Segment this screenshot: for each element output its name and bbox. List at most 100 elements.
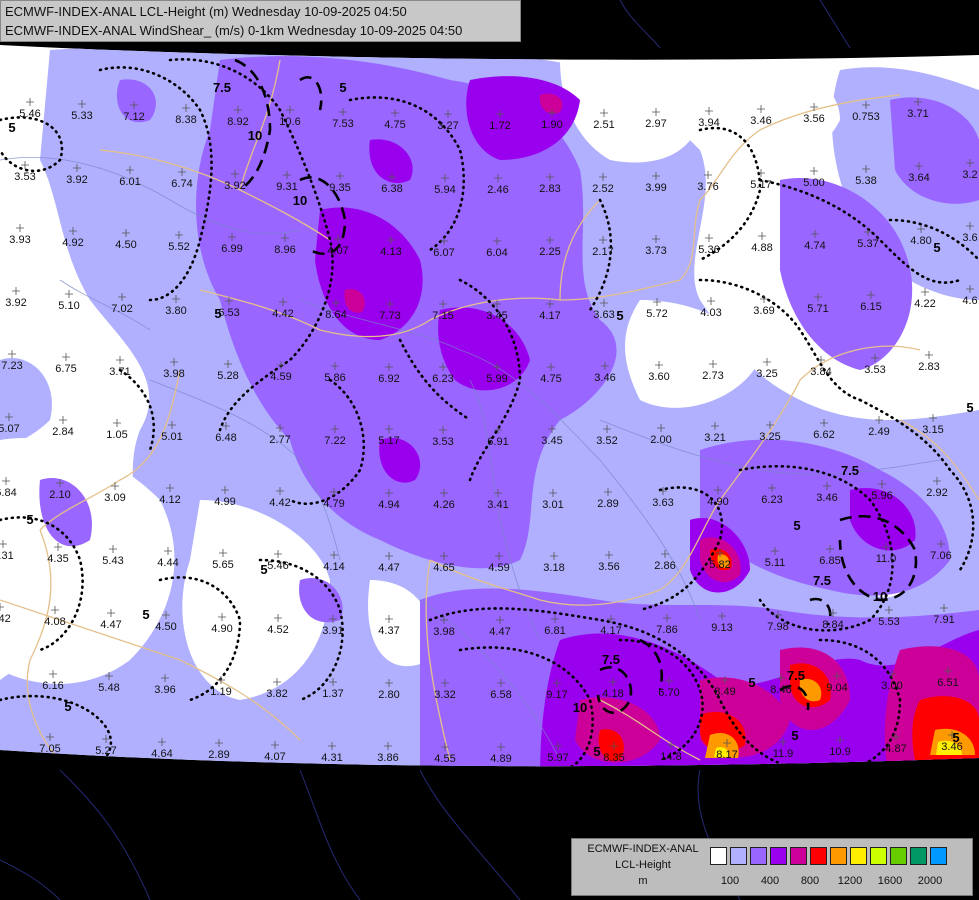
grid-value: 4.17 <box>600 625 621 637</box>
grid-value: 4.07 <box>264 751 285 763</box>
grid-value: 4.08 <box>44 616 65 628</box>
grid-value: 6.16 <box>42 680 63 692</box>
grid-value: 5.17 <box>750 179 771 191</box>
grid-value: 5.94 <box>434 184 455 196</box>
grid-value: 3.91 <box>322 625 343 637</box>
grid-value: 1.05 <box>106 429 127 441</box>
grid-value: 4.17 <box>539 310 560 322</box>
grid-value: 6.81 <box>544 625 565 637</box>
legend-swatch <box>770 847 787 865</box>
grid-value: 4.42 <box>272 308 293 320</box>
grid-value: 6.85 <box>819 555 840 567</box>
grid-value: 2.17 <box>592 246 613 258</box>
grid-value: 3.46 <box>750 115 771 127</box>
grid-value: 4.6 <box>962 295 977 307</box>
grid-value: 5.97 <box>547 752 568 764</box>
grid-value: 4.44 <box>157 557 178 569</box>
contour-label: 7.5 <box>602 652 620 667</box>
grid-value: 3.73 <box>645 245 666 257</box>
grid-value: 2.49 <box>868 426 889 438</box>
grid-value: 5.99 <box>486 373 507 385</box>
grid-value: 7.98 <box>767 621 788 633</box>
grid-value: 4.26 <box>433 499 454 511</box>
grid-value: 3.25 <box>756 368 777 380</box>
grid-value: 6.01 <box>119 176 140 188</box>
legend-swatch <box>910 847 927 865</box>
legend-tick: 1600 <box>877 875 903 887</box>
grid-value: 7.73 <box>379 310 400 322</box>
grid-value: 4.47 <box>100 619 121 631</box>
grid-value: 3.92 <box>224 180 245 192</box>
grid-value: 3.98 <box>433 626 454 638</box>
grid-value: 4.18 <box>602 688 623 700</box>
contour-label: 5 <box>616 308 623 323</box>
grid-value: 6.92 <box>378 373 399 385</box>
grid-value: 3.94 <box>698 117 719 129</box>
grid-value: 3.41 <box>487 499 508 511</box>
contour-label: 10 <box>573 700 587 715</box>
contour-label: 5 <box>260 562 267 577</box>
grid-value: 1.37 <box>322 688 343 700</box>
grid-value: 5.11 <box>765 557 786 569</box>
grid-value: 4.80 <box>910 235 931 247</box>
grid-value: 3.71 <box>907 108 928 120</box>
grid-value: 8.38 <box>175 114 196 126</box>
legend-tick: 100 <box>720 875 740 887</box>
grid-value: 4.35 <box>47 553 68 565</box>
legend-tick: 1200 <box>837 875 863 887</box>
grid-value: 7.23 <box>1 360 22 372</box>
lcl-field: 5.46 5.33 7.12 8.38 8.92 10.6 7.53 4.75 3.27 1.72… <box>0 45 979 767</box>
grid-value: 4.59 <box>270 371 291 383</box>
legend-swatch <box>830 847 847 865</box>
grid-value: 3.99 <box>645 182 666 194</box>
grid-value: 4.74 <box>804 240 825 252</box>
grid-value: 5.46 <box>19 108 40 120</box>
grid-value: 5.00 <box>803 177 824 189</box>
grid-value: 4.89 <box>490 753 511 765</box>
grid-value: 5.72 <box>646 308 667 320</box>
grid-value: 5.01 <box>161 431 182 443</box>
legend-swatch <box>730 847 747 865</box>
grid-value: 3.01 <box>542 499 563 511</box>
grid-value: 4.14 <box>323 561 344 573</box>
grid-value: 3.92 <box>5 297 26 309</box>
map-screen: 5.46 5.33 7.12 8.38 8.92 10.6 7.53 4.75 3.27 1.72… <box>0 0 979 900</box>
contour-label: 7.5 <box>787 668 805 683</box>
grid-value: 5.82 <box>709 559 730 571</box>
grid-value: 4.65 <box>433 562 454 574</box>
grid-value: 14.8 <box>660 751 681 763</box>
grid-value: 7.22 <box>324 435 345 447</box>
grid-value: 4.94 <box>378 499 399 511</box>
grid-value: 8.84 <box>822 619 843 631</box>
grid-value: 3.6 <box>962 232 977 244</box>
grid-value: 4.88 <box>751 242 772 254</box>
grid-value: 4.59 <box>488 562 509 574</box>
legend-swatch <box>870 847 887 865</box>
grid-value: 1.72 <box>489 120 510 132</box>
grid-value: 4.31 <box>321 752 342 764</box>
grid-value: 8.64 <box>325 309 346 321</box>
grid-value: 3.32 <box>434 689 455 701</box>
grid-value: 4.90 <box>707 496 728 508</box>
contour-label: 5 <box>64 699 71 714</box>
grid-value: 6.58 <box>490 689 511 701</box>
grid-value: 3.63 <box>593 309 614 321</box>
grid-value: 2.84 <box>52 426 73 438</box>
grid-value: 5.10 <box>58 300 79 312</box>
grid-value: 10.6 <box>279 116 300 128</box>
grid-value: 3.21 <box>704 432 725 444</box>
grid-value: 3.60 <box>648 371 669 383</box>
grid-value: 5.96 <box>871 490 892 502</box>
grid-value: 6.74 <box>171 178 192 190</box>
grid-value: 6.75 <box>55 363 76 375</box>
grid-value: 5.38 <box>855 175 876 187</box>
grid-value: 10.9 <box>829 746 850 758</box>
grid-value: 9.13 <box>711 622 732 634</box>
grid-value: 3.71 <box>109 366 130 378</box>
grid-value: 7.15 <box>432 310 453 322</box>
grid-value: 4.12 <box>159 494 180 506</box>
grid-value: 5.07 <box>0 423 20 435</box>
legend-swatch <box>890 847 907 865</box>
grid-value: 11.0 <box>876 553 897 565</box>
grid-value: 4.07 <box>327 245 348 257</box>
